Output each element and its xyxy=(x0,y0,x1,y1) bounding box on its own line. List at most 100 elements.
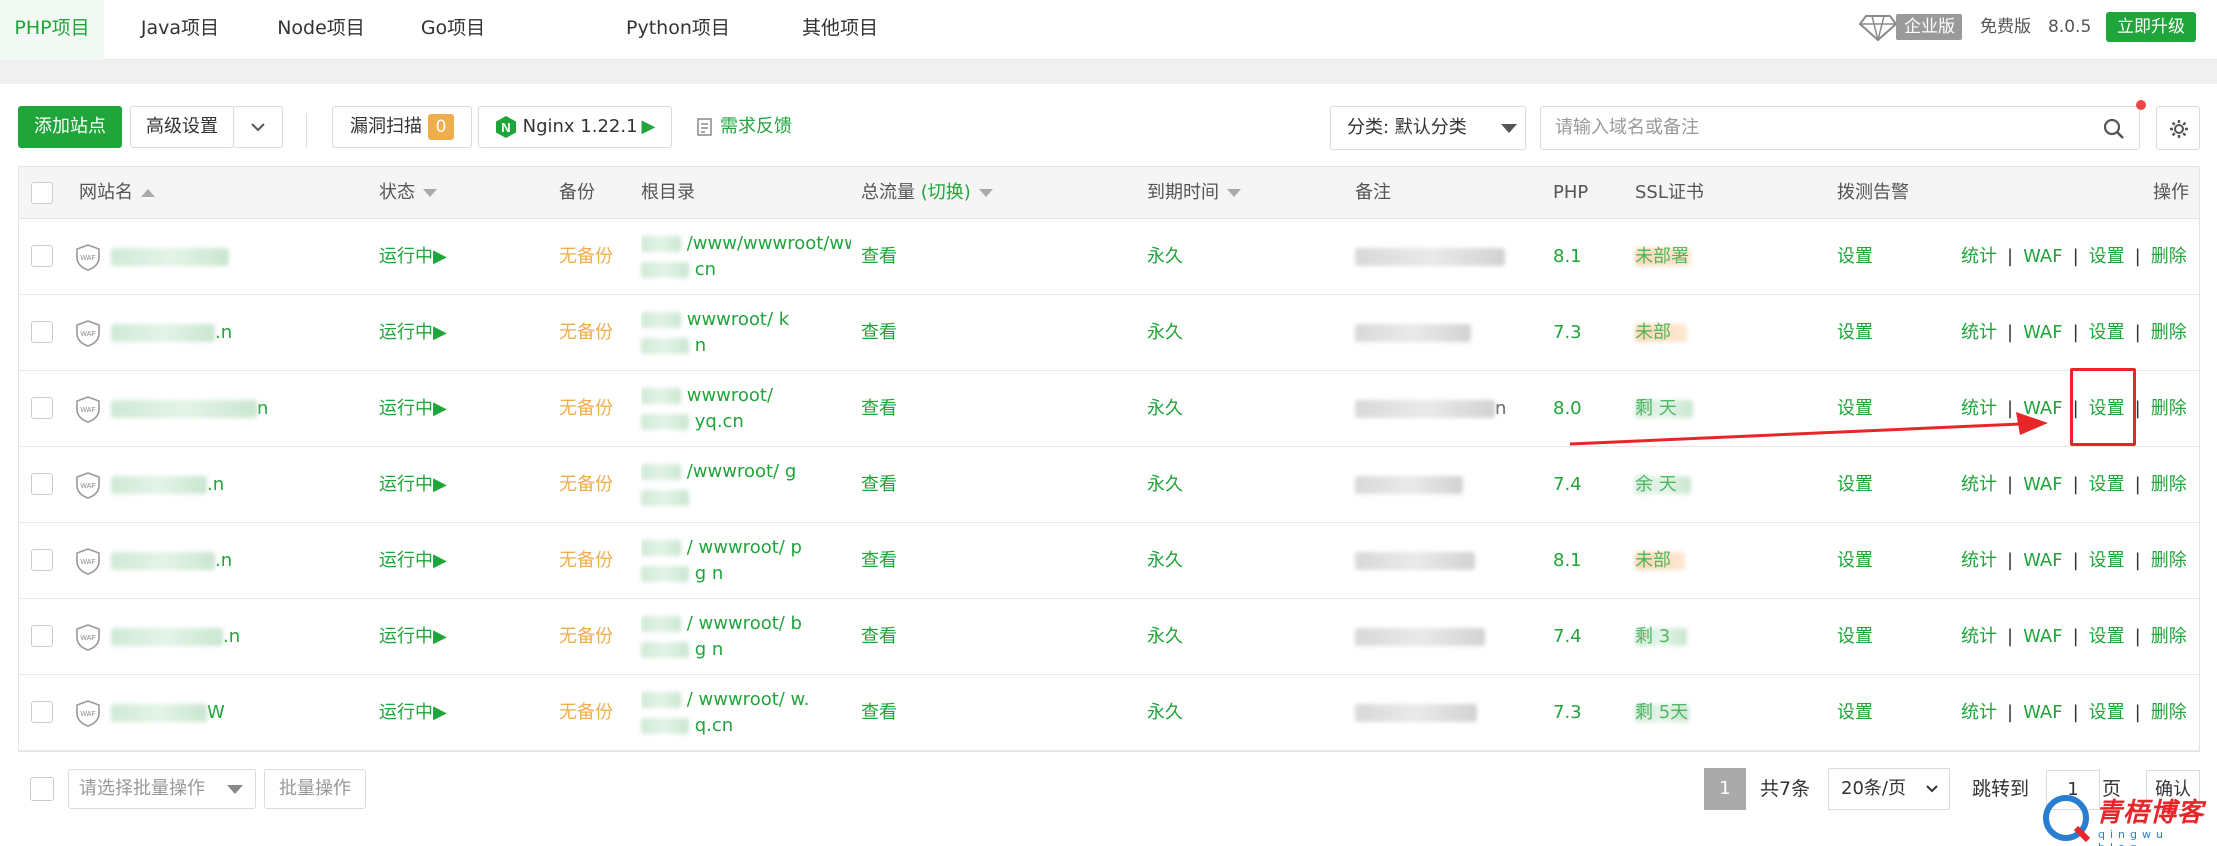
root-path-link[interactable]: /www/wwwroot/www. cn xyxy=(641,231,851,283)
site-name[interactable]: .n xyxy=(111,295,232,371)
vuln-scan-button[interactable]: 漏洞扫描 0 xyxy=(332,106,472,148)
category-select[interactable]: 分类: 默认分类 xyxy=(1330,106,1526,150)
expire-date[interactable]: 永久 xyxy=(1147,371,1183,447)
php-version-link[interactable]: 7.3 xyxy=(1553,675,1582,751)
waf-link[interactable]: WAF xyxy=(2023,626,2062,647)
probe-alert-settings-link[interactable]: 设置 xyxy=(1837,523,1873,599)
root-path-link[interactable]: / wwwroot/ p g n xyxy=(641,535,851,587)
row-checkbox[interactable] xyxy=(31,625,53,647)
php-version-link[interactable]: 8.0 xyxy=(1553,371,1582,447)
probe-alert-settings-link[interactable]: 设置 xyxy=(1837,219,1873,295)
expire-date[interactable]: 永久 xyxy=(1147,523,1183,599)
site-name[interactable]: W xyxy=(111,675,225,751)
nginx-button[interactable]: N Nginx 1.22.1 ▶ xyxy=(478,106,672,148)
search-icon[interactable] xyxy=(2103,118,2125,140)
traffic-view-link[interactable]: 查看 xyxy=(861,371,897,447)
delete-link[interactable]: 删除 xyxy=(2151,550,2187,571)
delete-link[interactable]: 删除 xyxy=(2151,626,2187,647)
row-checkbox[interactable] xyxy=(31,473,53,495)
stats-link[interactable]: 统计 xyxy=(1961,550,1997,571)
delete-link[interactable]: 删除 xyxy=(2151,702,2187,723)
settings-link[interactable]: 设置 xyxy=(2089,246,2125,267)
waf-link[interactable]: WAF xyxy=(2023,246,2062,267)
upgrade-button[interactable]: 立即升级 xyxy=(2106,12,2196,42)
waf-link[interactable]: WAF xyxy=(2023,550,2062,571)
batch-operation-button[interactable]: 批量操作 xyxy=(264,769,366,809)
search-input[interactable]: 请输入域名或备注 xyxy=(1540,106,2140,150)
root-path-link[interactable]: / wwwroot/ b g n xyxy=(641,611,851,663)
backup-status[interactable]: 无备份 xyxy=(559,675,613,751)
php-version-link[interactable]: 7.4 xyxy=(1553,447,1582,523)
expire-date[interactable]: 永久 xyxy=(1147,675,1183,751)
delete-link[interactable]: 删除 xyxy=(2151,398,2187,419)
advanced-dropdown-button[interactable] xyxy=(233,106,283,148)
stats-link[interactable]: 统计 xyxy=(1961,626,1997,647)
tab-php[interactable]: PHP项目 xyxy=(0,0,104,60)
row-checkbox[interactable] xyxy=(31,549,53,571)
settings-gear-button[interactable] xyxy=(2156,106,2200,150)
delete-link[interactable]: 删除 xyxy=(2151,246,2187,267)
status-running[interactable]: 运行中▶ xyxy=(379,675,447,751)
select-all-checkbox[interactable] xyxy=(31,182,53,204)
tab-go[interactable]: Go项目 xyxy=(386,0,520,60)
stats-link[interactable]: 统计 xyxy=(1961,322,1997,343)
remark[interactable] xyxy=(1355,599,1485,675)
traffic-view-link[interactable]: 查看 xyxy=(861,675,897,751)
php-version-link[interactable]: 7.3 xyxy=(1553,295,1582,371)
backup-status[interactable]: 无备份 xyxy=(559,371,613,447)
col-traffic[interactable]: 总流量 (切换) xyxy=(861,167,993,219)
traffic-view-link[interactable]: 查看 xyxy=(861,447,897,523)
waf-link[interactable]: WAF xyxy=(2023,702,2062,723)
backup-status[interactable]: 无备份 xyxy=(559,295,613,371)
traffic-view-link[interactable]: 查看 xyxy=(861,295,897,371)
row-checkbox[interactable] xyxy=(31,397,53,419)
stats-link[interactable]: 统计 xyxy=(1961,702,1997,723)
probe-alert-settings-link[interactable]: 设置 xyxy=(1837,675,1873,751)
ssl-status[interactable]: 剩 天 xyxy=(1635,371,1693,447)
row-checkbox[interactable] xyxy=(31,245,53,267)
settings-link[interactable]: 设置 xyxy=(2089,702,2125,723)
site-name[interactable]: .n xyxy=(111,447,224,523)
root-path-link[interactable]: wwwroot/ k n xyxy=(641,307,851,359)
probe-alert-settings-link[interactable]: 设置 xyxy=(1837,447,1873,523)
status-running[interactable]: 运行中▶ xyxy=(379,447,447,523)
current-page-button[interactable]: 1 xyxy=(1704,768,1746,810)
probe-alert-settings-link[interactable]: 设置 xyxy=(1837,599,1873,675)
enterprise-badge[interactable]: 企业版 xyxy=(1896,14,1962,40)
waf-link[interactable]: WAF xyxy=(2023,398,2062,419)
expire-date[interactable]: 永久 xyxy=(1147,599,1183,675)
expire-date[interactable]: 永久 xyxy=(1147,219,1183,295)
site-name[interactable] xyxy=(111,219,229,295)
site-name[interactable]: .n xyxy=(111,523,232,599)
status-running[interactable]: 运行中▶ xyxy=(379,371,447,447)
batch-operation-select[interactable]: 请选择批量操作 xyxy=(68,769,256,809)
ssl-status[interactable]: 未部署 xyxy=(1635,219,1691,295)
footer-select-checkbox[interactable] xyxy=(30,777,54,801)
traffic-view-link[interactable]: 查看 xyxy=(861,523,897,599)
status-running[interactable]: 运行中▶ xyxy=(379,295,447,371)
tab-other[interactable]: 其他项目 xyxy=(770,0,910,60)
traffic-view-link[interactable]: 查看 xyxy=(861,599,897,675)
waf-link[interactable]: WAF xyxy=(2023,474,2062,495)
backup-status[interactable]: 无备份 xyxy=(559,523,613,599)
ssl-status[interactable]: 剩 5天 xyxy=(1635,675,1689,751)
site-name[interactable]: n xyxy=(111,371,268,447)
ssl-status[interactable]: 未部署 xyxy=(1635,295,1687,419)
delete-link[interactable]: 删除 xyxy=(2151,322,2187,343)
feedback-link[interactable]: 需求反馈 xyxy=(696,106,792,148)
probe-alert-settings-link[interactable]: 设置 xyxy=(1837,295,1873,371)
traffic-switch-link[interactable]: (切换) xyxy=(921,182,971,203)
probe-alert-settings-link[interactable]: 设置 xyxy=(1837,371,1873,447)
status-running[interactable]: 运行中▶ xyxy=(379,523,447,599)
add-site-button[interactable]: 添加站点 xyxy=(18,106,122,148)
remark[interactable] xyxy=(1355,295,1471,371)
traffic-view-link[interactable]: 查看 xyxy=(861,219,897,295)
row-checkbox[interactable] xyxy=(31,321,53,343)
expire-date[interactable]: 永久 xyxy=(1147,447,1183,523)
php-version-link[interactable]: 8.1 xyxy=(1553,523,1582,599)
remark[interactable] xyxy=(1355,447,1463,523)
remark[interactable] xyxy=(1355,219,1505,295)
col-site-name[interactable]: 网站名 xyxy=(79,167,155,219)
backup-status[interactable]: 无备份 xyxy=(559,219,613,295)
backup-status[interactable]: 无备份 xyxy=(559,447,613,523)
